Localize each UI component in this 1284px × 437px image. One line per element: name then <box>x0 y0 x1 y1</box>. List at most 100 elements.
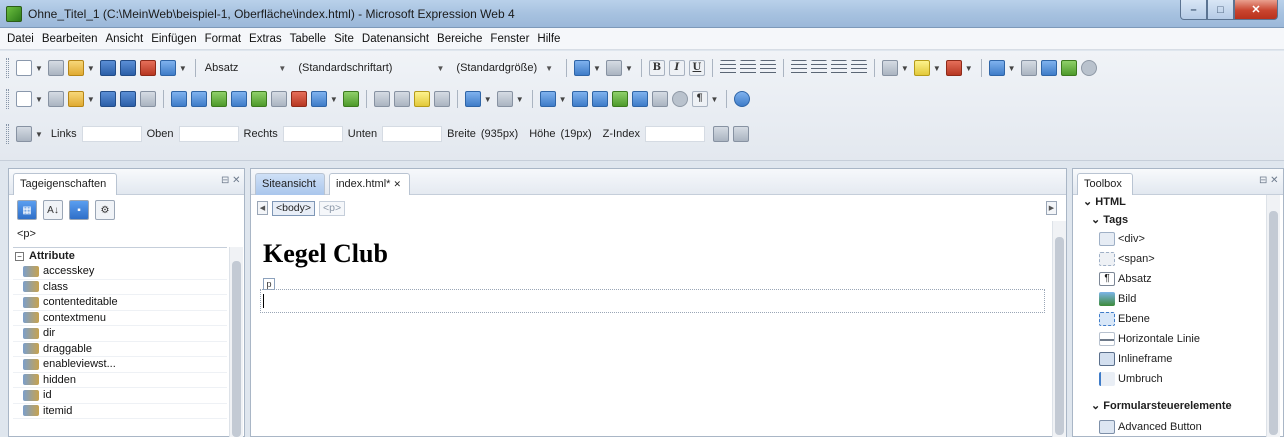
toolbox-item-ebene[interactable]: Ebene <box>1099 309 1150 329</box>
save-icon[interactable] <box>99 60 116 76</box>
send-backward-icon[interactable] <box>732 126 749 142</box>
toolbox-item-horizontale-linie[interactable]: Horizontale Linie <box>1099 329 1200 349</box>
links-field[interactable] <box>81 126 142 142</box>
section-tags[interactable]: ⌄ Tags <box>1091 213 1128 226</box>
chevron-down-icon[interactable]: ▼ <box>965 64 973 73</box>
undo-icon[interactable] <box>574 60 591 76</box>
chevron-down-icon[interactable]: ▼ <box>87 64 95 73</box>
open-folder-icon[interactable] <box>67 91 84 107</box>
align-right-icon[interactable] <box>759 60 776 76</box>
design-view[interactable]: Kegel Club p <box>257 221 1047 437</box>
section-formularsteuerelemente[interactable]: ⌄ Formularsteuerelemente <box>1091 399 1232 412</box>
preview-icon[interactable] <box>159 60 176 76</box>
insert-picture-icon[interactable] <box>591 91 608 107</box>
hyperlink-icon[interactable] <box>611 91 628 107</box>
toolbox-item-span[interactable]: <span> <box>1099 249 1155 269</box>
toolbox-item-div[interactable]: <div> <box>1099 229 1145 249</box>
menu-fenster[interactable]: Fenster <box>486 33 533 45</box>
site-view-icon[interactable] <box>190 91 207 107</box>
chevron-down-icon[interactable]: ▼ <box>933 64 941 73</box>
menu-bereiche[interactable]: Bereiche <box>433 33 486 45</box>
unten-field[interactable] <box>382 126 443 142</box>
new-page-icon[interactable] <box>47 60 64 76</box>
align-center-icon[interactable] <box>739 60 756 76</box>
files-icon[interactable] <box>230 91 247 107</box>
section-html[interactable]: ⌄ HTML <box>1083 195 1126 208</box>
bold-icon[interactable]: B <box>648 60 665 76</box>
open-folder-icon[interactable] <box>67 60 84 76</box>
attribute-row[interactable]: enableviewst... <box>13 357 227 373</box>
font-color-icon[interactable] <box>945 60 962 76</box>
hoehe-value[interactable]: (19px) <box>560 128 591 140</box>
tab-siteansicht[interactable]: Siteansicht <box>255 173 325 195</box>
undo-icon[interactable] <box>464 91 481 107</box>
size-combo[interactable]: (Standardgröße) ▼ <box>452 59 557 78</box>
chevron-down-icon[interactable]: ▼ <box>179 64 187 73</box>
chevron-down-icon[interactable]: ▼ <box>35 64 43 73</box>
chevron-down-icon[interactable]: ▼ <box>593 64 601 73</box>
toolbar-grip[interactable] <box>6 89 9 109</box>
attribute-group[interactable]: − Attribute <box>13 248 227 264</box>
menu-format[interactable]: Format <box>201 33 245 45</box>
publish-icon[interactable] <box>139 60 156 76</box>
chevron-down-icon[interactable]: ▼ <box>711 95 719 104</box>
menu-tabelle[interactable]: Tabelle <box>286 33 330 45</box>
breadcrumb-p[interactable]: <p> <box>319 200 346 216</box>
toolbar-grip[interactable] <box>6 124 9 144</box>
attribute-row[interactable]: class <box>13 280 227 295</box>
maximize-button[interactable]: □ <box>1207 0 1234 20</box>
tag-properties-icon[interactable]: ⚙ <box>95 200 115 220</box>
menu-bearbeiten[interactable]: Bearbeiten <box>38 33 102 45</box>
menu-einfuegen[interactable]: Einfügen <box>147 33 200 45</box>
copy-icon[interactable] <box>393 91 410 107</box>
scroll-right-icon[interactable]: ▶ <box>1046 201 1057 215</box>
scrollbar-thumb[interactable] <box>232 261 241 437</box>
tag-properties-tab[interactable]: Tageigenschaften <box>13 173 118 195</box>
publish-icon[interactable] <box>290 91 307 107</box>
chevron-down-icon[interactable]: ▼ <box>625 64 633 73</box>
insert-table-icon[interactable] <box>988 60 1005 76</box>
toolbox-item-inlineframe[interactable]: Inlineframe <box>1099 349 1172 369</box>
menu-extras[interactable]: Extras <box>245 33 286 45</box>
highlight-icon[interactable] <box>913 60 930 76</box>
insert-layer-icon[interactable] <box>571 91 588 107</box>
page-heading[interactable]: Kegel Club <box>263 239 388 269</box>
file-icon[interactable] <box>651 91 668 107</box>
categorized-icon[interactable]: ▦ <box>17 200 37 220</box>
increase-indent-icon[interactable] <box>850 60 867 76</box>
print-icon[interactable] <box>270 91 287 107</box>
collapse-icon[interactable]: − <box>15 251 24 261</box>
menu-datenansicht[interactable]: Datenansicht <box>358 33 433 45</box>
globe-icon[interactable] <box>250 91 267 107</box>
preview-icon[interactable] <box>310 91 327 107</box>
toolbox-item-absatz[interactable]: ¶ Absatz <box>1099 269 1152 289</box>
paste-icon[interactable] <box>413 91 430 107</box>
tab-index-html[interactable]: index.html* ✕ <box>329 173 411 195</box>
scrollbar-thumb[interactable] <box>1269 211 1278 435</box>
chevron-down-icon[interactable]: ▼ <box>330 95 338 104</box>
attribute-row[interactable]: id <box>13 388 227 404</box>
help-icon[interactable] <box>734 91 751 107</box>
close-button[interactable]: ✕ <box>1234 0 1278 20</box>
redo-icon[interactable] <box>496 91 513 107</box>
oben-field[interactable] <box>178 126 239 142</box>
attribute-row[interactable]: dir <box>13 326 227 342</box>
redo-icon[interactable] <box>605 60 622 76</box>
spell-check-icon[interactable] <box>342 91 359 107</box>
scrollbar-thumb[interactable] <box>1055 237 1064 435</box>
sort-alpha-icon[interactable]: A↓ <box>43 200 63 220</box>
publish-site-icon[interactable] <box>170 91 187 107</box>
toolbox-item-bild[interactable]: Bild <box>1099 289 1136 309</box>
toolbox-item-umbruch[interactable]: Umbruch <box>1099 369 1163 389</box>
chevron-down-icon[interactable]: ▼ <box>559 95 567 104</box>
underline-icon[interactable]: U <box>688 60 705 76</box>
new-document-icon[interactable] <box>16 60 32 76</box>
chevron-down-icon[interactable]: ▼ <box>87 95 95 104</box>
bookmark-icon[interactable] <box>631 91 648 107</box>
new-page-icon[interactable] <box>47 91 64 107</box>
toolbar-grip[interactable] <box>6 58 9 78</box>
pin-icon[interactable]: ⊟ ✕ <box>221 175 241 186</box>
paragraph-box[interactable] <box>260 289 1045 313</box>
chevron-down-icon[interactable]: ▼ <box>35 95 43 104</box>
chevron-down-icon[interactable]: ▼ <box>35 130 43 139</box>
